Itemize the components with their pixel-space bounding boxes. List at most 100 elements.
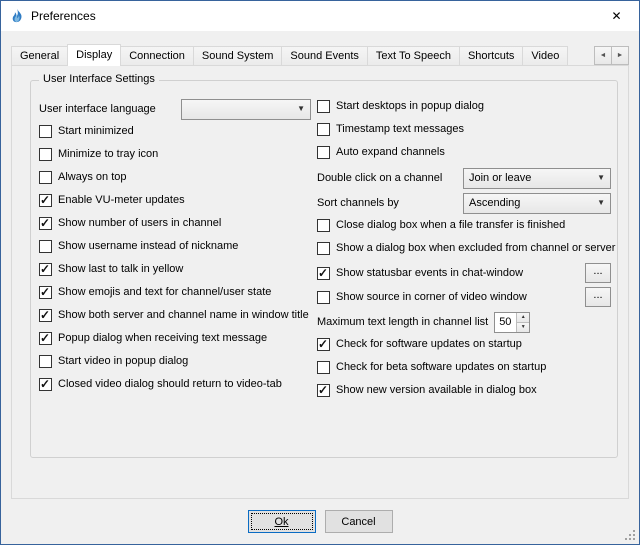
checkbox-window-title[interactable] [39, 309, 52, 322]
row-check-updates[interactable]: Check for software updates on startup [317, 336, 611, 352]
checkbox-label[interactable]: Show number of users in channel [58, 217, 221, 229]
checkbox-popup-text-message[interactable] [39, 332, 52, 345]
checkbox-label[interactable]: Timestamp text messages [336, 123, 464, 135]
row-emojis[interactable]: Show emojis and text for channel/user st… [39, 284, 311, 300]
checkbox-closed-video-return[interactable] [39, 378, 52, 391]
checkbox-label[interactable]: Closed video dialog should return to vid… [58, 378, 282, 390]
tab-video[interactable]: Video [522, 46, 568, 65]
row-minimize-to-tray[interactable]: Minimize to tray icon [39, 146, 311, 162]
spinbox-value[interactable]: 50 [495, 313, 516, 332]
close-button[interactable]: ✕ [594, 1, 639, 31]
tab-label: General [20, 50, 59, 62]
row-desktops-popup[interactable]: Start desktops in popup dialog [317, 98, 611, 114]
checkbox-label[interactable]: Check for beta software updates on start… [336, 361, 546, 373]
checkbox-always-on-top[interactable] [39, 171, 52, 184]
checkbox-video-popup[interactable] [39, 355, 52, 368]
tab-scroll-left-button[interactable]: ◄ [594, 46, 612, 65]
tab-scroll-right-button[interactable]: ► [611, 46, 629, 65]
tab-shortcuts[interactable]: Shortcuts [459, 46, 523, 65]
checkbox-label[interactable]: Start minimized [58, 125, 134, 137]
row-show-username[interactable]: Show username instead of nickname [39, 238, 311, 254]
checkbox-new-version-dialog[interactable] [317, 384, 330, 397]
checkbox-timestamp[interactable] [317, 123, 330, 136]
row-video-source-corner[interactable]: Show source in corner of video window ..… [317, 287, 611, 307]
tab-sound-system[interactable]: Sound System [193, 46, 283, 65]
double-click-select[interactable]: Join or leave ▼ [463, 168, 611, 189]
tab-text-to-speech[interactable]: Text To Speech [367, 46, 460, 65]
cancel-button[interactable]: Cancel [325, 510, 393, 533]
row-popup-text-message[interactable]: Popup dialog when receiving text message [39, 330, 311, 346]
checkbox-label[interactable]: Show last to talk in yellow [58, 263, 183, 275]
checkbox-emojis[interactable] [39, 286, 52, 299]
checkbox-show-user-count[interactable] [39, 217, 52, 230]
checkbox-auto-expand[interactable] [317, 146, 330, 159]
checkbox-check-beta-updates[interactable] [317, 361, 330, 374]
checkbox-label[interactable]: Show username instead of nickname [58, 240, 238, 252]
row-timestamp[interactable]: Timestamp text messages [317, 121, 611, 137]
checkbox-last-to-talk[interactable] [39, 263, 52, 276]
ok-button[interactable]: Ok [248, 510, 316, 533]
row-show-user-count[interactable]: Show number of users in channel [39, 215, 311, 231]
row-auto-expand[interactable]: Auto expand channels [317, 144, 611, 160]
tab-general[interactable]: General [11, 46, 68, 65]
row-window-title[interactable]: Show both server and channel name in win… [39, 307, 311, 323]
max-text-length-spinbox[interactable]: 50 ▲ ▼ [494, 312, 530, 333]
tab-sound-events[interactable]: Sound Events [281, 46, 368, 65]
tab-display[interactable]: Display [67, 44, 121, 66]
row-vu-meter[interactable]: Enable VU-meter updates [39, 192, 311, 208]
checkbox-start-minimized[interactable] [39, 125, 52, 138]
video-source-browse-button[interactable]: ... [585, 287, 611, 307]
ellipsis-icon: ... [593, 289, 602, 301]
row-statusbar-events[interactable]: Show statusbar events in chat-window ... [317, 263, 611, 283]
spin-down-icon[interactable]: ▼ [517, 323, 529, 332]
statusbar-events-browse-button[interactable]: ... [585, 263, 611, 283]
checkbox-statusbar-events[interactable] [317, 267, 330, 280]
left-column: User interface language ▼ Start minimize… [39, 98, 311, 405]
row-always-on-top[interactable]: Always on top [39, 169, 311, 185]
row-closed-video-return[interactable]: Closed video dialog should return to vid… [39, 376, 311, 392]
row-excluded-dialog[interactable]: Show a dialog box when excluded from cha… [317, 240, 611, 256]
checkbox-label[interactable]: Show emojis and text for channel/user st… [58, 286, 271, 298]
checkbox-label[interactable]: Check for software updates on startup [336, 338, 522, 350]
tabs-strip: General Display Connection Sound System … [11, 44, 629, 65]
row-new-version-dialog[interactable]: Show new version available in dialog box [317, 382, 611, 398]
row-language: User interface language ▼ [39, 98, 311, 120]
checkbox-label[interactable]: Auto expand channels [336, 146, 445, 158]
checkbox-label[interactable]: Start video in popup dialog [58, 355, 188, 367]
checkbox-desktops-popup[interactable] [317, 100, 330, 113]
checkbox-label[interactable]: Minimize to tray icon [58, 148, 158, 160]
checkbox-minimize-to-tray[interactable] [39, 148, 52, 161]
row-last-to-talk[interactable]: Show last to talk in yellow [39, 261, 311, 277]
checkbox-label[interactable]: Show both server and channel name in win… [58, 309, 309, 321]
checkbox-label[interactable]: Always on top [58, 171, 126, 183]
checkbox-excluded-dialog[interactable] [317, 242, 330, 255]
row-video-popup[interactable]: Start video in popup dialog [39, 353, 311, 369]
language-select[interactable]: ▼ [181, 99, 311, 120]
tab-label: Connection [129, 50, 185, 62]
window-title: Preferences [31, 9, 96, 23]
checkbox-vu-meter[interactable] [39, 194, 52, 207]
footer: Ok Cancel [1, 510, 639, 533]
row-start-minimized[interactable]: Start minimized [39, 123, 311, 139]
checkbox-label[interactable]: Start desktops in popup dialog [336, 100, 484, 112]
checkbox-label[interactable]: Show a dialog box when excluded from cha… [336, 242, 615, 254]
checkbox-label[interactable]: Close dialog box when a file transfer is… [336, 219, 565, 231]
checkbox-close-on-transfer[interactable] [317, 219, 330, 232]
checkbox-show-username[interactable] [39, 240, 52, 253]
ellipsis-icon: ... [593, 265, 602, 277]
sort-channels-select[interactable]: Ascending ▼ [463, 193, 611, 214]
row-check-beta-updates[interactable]: Check for beta software updates on start… [317, 359, 611, 375]
checkbox-label[interactable]: Show statusbar events in chat-window [336, 267, 523, 279]
checkbox-check-updates[interactable] [317, 338, 330, 351]
spin-up-icon[interactable]: ▲ [517, 313, 529, 323]
checkbox-label[interactable]: Enable VU-meter updates [58, 194, 185, 206]
group-title: User Interface Settings [39, 73, 159, 85]
checkbox-label[interactable]: Popup dialog when receiving text message [58, 332, 267, 344]
checkbox-label[interactable]: Show new version available in dialog box [336, 384, 537, 396]
close-icon: ✕ [611, 9, 621, 23]
checkbox-label[interactable]: Show source in corner of video window [336, 291, 527, 303]
resize-grip[interactable] [624, 529, 637, 542]
row-close-on-transfer[interactable]: Close dialog box when a file transfer is… [317, 217, 611, 233]
checkbox-video-source-corner[interactable] [317, 291, 330, 304]
tab-connection[interactable]: Connection [120, 46, 194, 65]
